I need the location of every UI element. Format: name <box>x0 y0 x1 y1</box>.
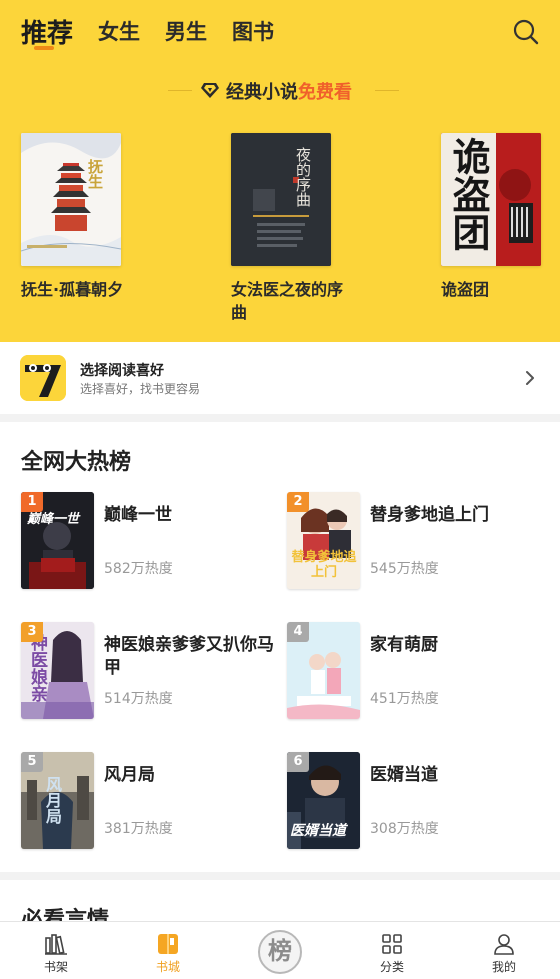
rank-badge: 3 <box>21 622 43 642</box>
featured-book[interactable]: 夜的序曲 女法医之夜的序曲 <box>231 133 343 324</box>
book-cover: 4 <box>287 622 360 719</box>
ranking-item[interactable]: 神医娘亲 3 神医娘亲爹爹又扒你马甲 514万热度 <box>21 622 281 722</box>
cover-title: 替身爹地追上门 <box>291 550 357 580</box>
nav-label: 书城 <box>155 960 180 974</box>
reading-preference-row[interactable]: 选择阅读喜好 选择喜好，找书更容易 <box>0 342 560 414</box>
heat-count: 381万热度 <box>104 821 173 837</box>
section-title: 全网大热榜 <box>21 450 132 475</box>
divider <box>375 90 399 91</box>
ranking-book-title: 风月局 <box>104 765 155 785</box>
search-icon[interactable] <box>512 18 540 46</box>
featured-book-title: 诡盗团 <box>441 280 490 299</box>
promo-header: 经典小说免费看 <box>0 74 560 108</box>
book-cover: 替身爹地追上门 2 <box>287 492 360 589</box>
cover-title: 抚生 <box>86 159 104 189</box>
chevron-right-icon <box>526 371 534 385</box>
ranking-book-title: 家有萌厨 <box>370 635 438 655</box>
book-cover: 巅峰一世 1 <box>21 492 94 589</box>
rank-badge: 6 <box>287 752 309 772</box>
nav-bookshelf[interactable]: 书架 <box>0 922 112 979</box>
bookstore-icon <box>158 934 178 954</box>
book-cover: 抚生 <box>21 133 121 266</box>
featured-book[interactable]: 诡盗团 诡盗团 <box>441 133 541 301</box>
heat-count: 451万热度 <box>370 691 439 707</box>
featured-book-title: 抚生·孤暮朝夕 <box>21 280 124 299</box>
ranking-book-title: 替身爹地追上门 <box>370 505 489 525</box>
tab-books[interactable]: 图书 <box>232 16 274 46</box>
book-cover: 夜的序曲 <box>231 133 331 266</box>
preference-subtitle: 选择喜好，找书更容易 <box>80 382 201 396</box>
bottom-nav: 书架 书城 榜 分类 我的 <box>0 921 560 979</box>
ranking-book-title: 巅峰一世 <box>104 505 172 525</box>
cover-title: 夜的序曲 <box>294 147 312 207</box>
featured-book-title: 女法医之夜的序曲 <box>231 280 344 322</box>
heat-count: 545万热度 <box>370 561 439 577</box>
nav-profile[interactable]: 我的 <box>448 922 560 979</box>
book-cover: 风月局 5 <box>21 752 94 849</box>
nav-label: 分类 <box>379 960 404 974</box>
nav-bookstore[interactable]: 书城 <box>112 922 224 979</box>
ranking-item[interactable]: 替身爹地追上门 2 替身爹地追上门 545万热度 <box>287 492 547 592</box>
heat-count: 582万热度 <box>104 561 173 577</box>
bookshelf-icon <box>45 934 67 955</box>
ranking-item[interactable]: 医婿当道 6 医婿当道 308万热度 <box>287 752 547 852</box>
rank-badge: 2 <box>287 492 309 512</box>
heat-count: 514万热度 <box>104 691 173 707</box>
nav-label: 书架 <box>43 960 68 974</box>
book-cover: 神医娘亲 3 <box>21 622 94 719</box>
ranking-book-title: 神医娘亲爹爹又扒你马甲 <box>104 635 274 678</box>
promo-title: 经典小说免费看 <box>226 82 352 103</box>
nav-category[interactable]: 分类 <box>336 922 448 979</box>
tab-male[interactable]: 男生 <box>165 16 207 46</box>
ranking-badge-icon[interactable]: 榜 <box>258 930 302 974</box>
heat-count: 308万热度 <box>370 821 439 837</box>
diamond-icon <box>201 83 219 98</box>
active-tab-indicator <box>34 46 54 50</box>
ranking-item[interactable]: 巅峰一世 1 巅峰一世 582万热度 <box>21 492 281 592</box>
rank-badge: 5 <box>21 752 43 772</box>
cover-title: 神医娘亲 <box>27 634 47 702</box>
channel-tabs: 推荐 女生 男生 图书 <box>0 0 560 62</box>
featured-book[interactable]: 抚生 抚生·孤暮朝夕 <box>21 133 123 301</box>
tab-female[interactable]: 女生 <box>98 16 140 46</box>
hot-ranking-section: 全网大热榜 巅峰一世 1 巅峰一世 582万热度 替身爹地追上门 2 替身爹地追… <box>0 422 560 872</box>
cover-title: 诡盗团 <box>446 137 491 251</box>
ranking-book-title: 医婿当道 <box>370 765 438 785</box>
cover-title: 医婿当道 <box>290 823 346 839</box>
profile-icon <box>494 934 514 955</box>
promo-highlight: 免费看 <box>298 82 352 103</box>
rank-badge: 4 <box>287 622 309 642</box>
ranking-item[interactable]: 风月局 5 风月局 381万热度 <box>21 752 281 852</box>
category-grid-icon <box>382 934 402 954</box>
book-cover: 医婿当道 6 <box>287 752 360 849</box>
top-banner: 推荐 女生 男生 图书 经典小说免费看 抚生 抚生·孤暮朝夕 夜的序曲 女法医之… <box>0 0 560 342</box>
cover-title: 风月局 <box>43 776 62 824</box>
tab-recommend[interactable]: 推荐 <box>21 13 73 50</box>
nav-label: 我的 <box>491 960 516 974</box>
ranking-item[interactable]: 4 家有萌厨 451万热度 <box>287 622 547 722</box>
app-logo-icon <box>20 355 66 401</box>
divider <box>168 90 192 91</box>
preference-title: 选择阅读喜好 <box>80 363 164 379</box>
rank-badge: 1 <box>21 492 43 512</box>
book-cover: 诡盗团 <box>441 133 541 266</box>
